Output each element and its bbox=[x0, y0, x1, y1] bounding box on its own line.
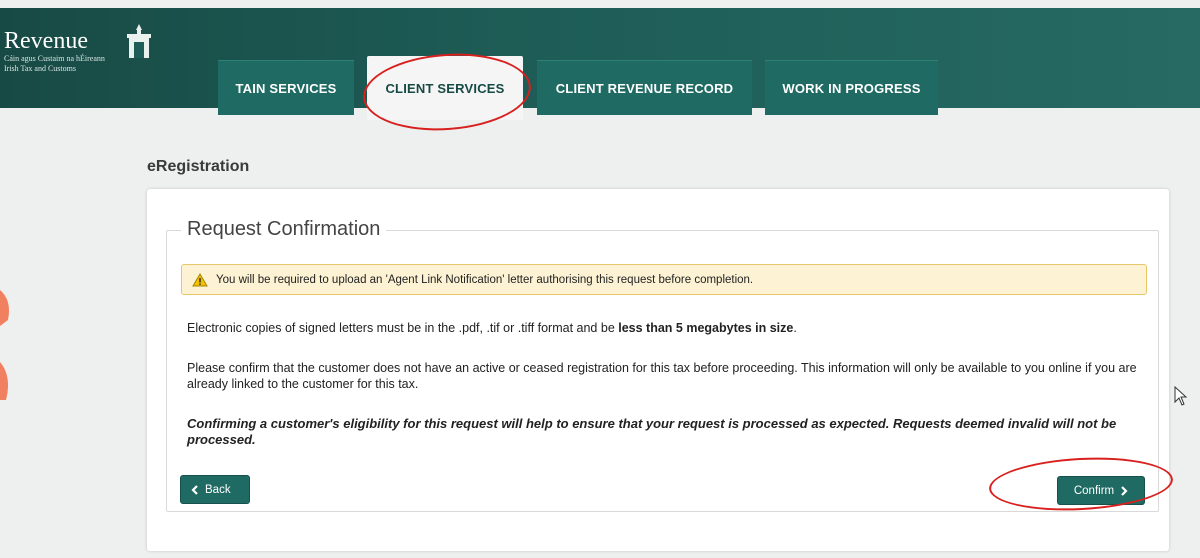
tab-label: CLIENT REVENUE RECORD bbox=[555, 80, 734, 96]
site-header: Revenue Cáin agus Custaim na hÉireann Ir… bbox=[0, 8, 1200, 120]
page-title: eRegistration bbox=[147, 158, 250, 175]
back-button[interactable]: Back bbox=[180, 475, 250, 504]
back-button-label: Back bbox=[205, 483, 231, 496]
logo-subtitle-english: Irish Tax and Customs bbox=[4, 64, 76, 73]
eligibility-warning: Confirming a customer's eligibility for … bbox=[187, 416, 1117, 447]
warning-text: You will be required to upload an 'Agent… bbox=[216, 273, 754, 286]
file-format-info: Electronic copies of signed letters must… bbox=[187, 320, 797, 336]
revenue-logo[interactable]: Revenue Cáin agus Custaim na hÉireann Ir… bbox=[4, 24, 151, 74]
revenue-crest-icon bbox=[127, 24, 151, 58]
tab-label: WORK IN PROGRESS bbox=[782, 80, 921, 96]
registration-check-info: Please confirm that the customer does no… bbox=[187, 361, 1137, 391]
file-size-limit: less than 5 megabytes in size bbox=[618, 321, 794, 335]
logo-wordmark: Revenue bbox=[4, 28, 88, 54]
warning-alert: You will be required to upload an 'Agent… bbox=[181, 264, 1147, 295]
file-format-end: . bbox=[793, 321, 797, 335]
file-format-text: Electronic copies of signed letters must… bbox=[187, 321, 619, 335]
tab-tain-services[interactable]: TAIN SERVICES bbox=[218, 60, 354, 115]
tab-work-in-progress[interactable]: WORK IN PROGRESS bbox=[765, 60, 938, 115]
logo-subtitle-irish: Cáin agus Custaim na hÉireann bbox=[4, 54, 105, 63]
tab-label: TAIN SERVICES bbox=[235, 80, 337, 96]
tab-client-revenue-record[interactable]: CLIENT REVENUE RECORD bbox=[537, 60, 752, 115]
chevron-left-icon bbox=[191, 484, 198, 495]
section-title: Request Confirmation bbox=[181, 218, 387, 241]
decorative-side-mark bbox=[0, 290, 9, 400]
warning-icon bbox=[192, 272, 208, 287]
mouse-cursor-icon bbox=[1174, 386, 1188, 406]
